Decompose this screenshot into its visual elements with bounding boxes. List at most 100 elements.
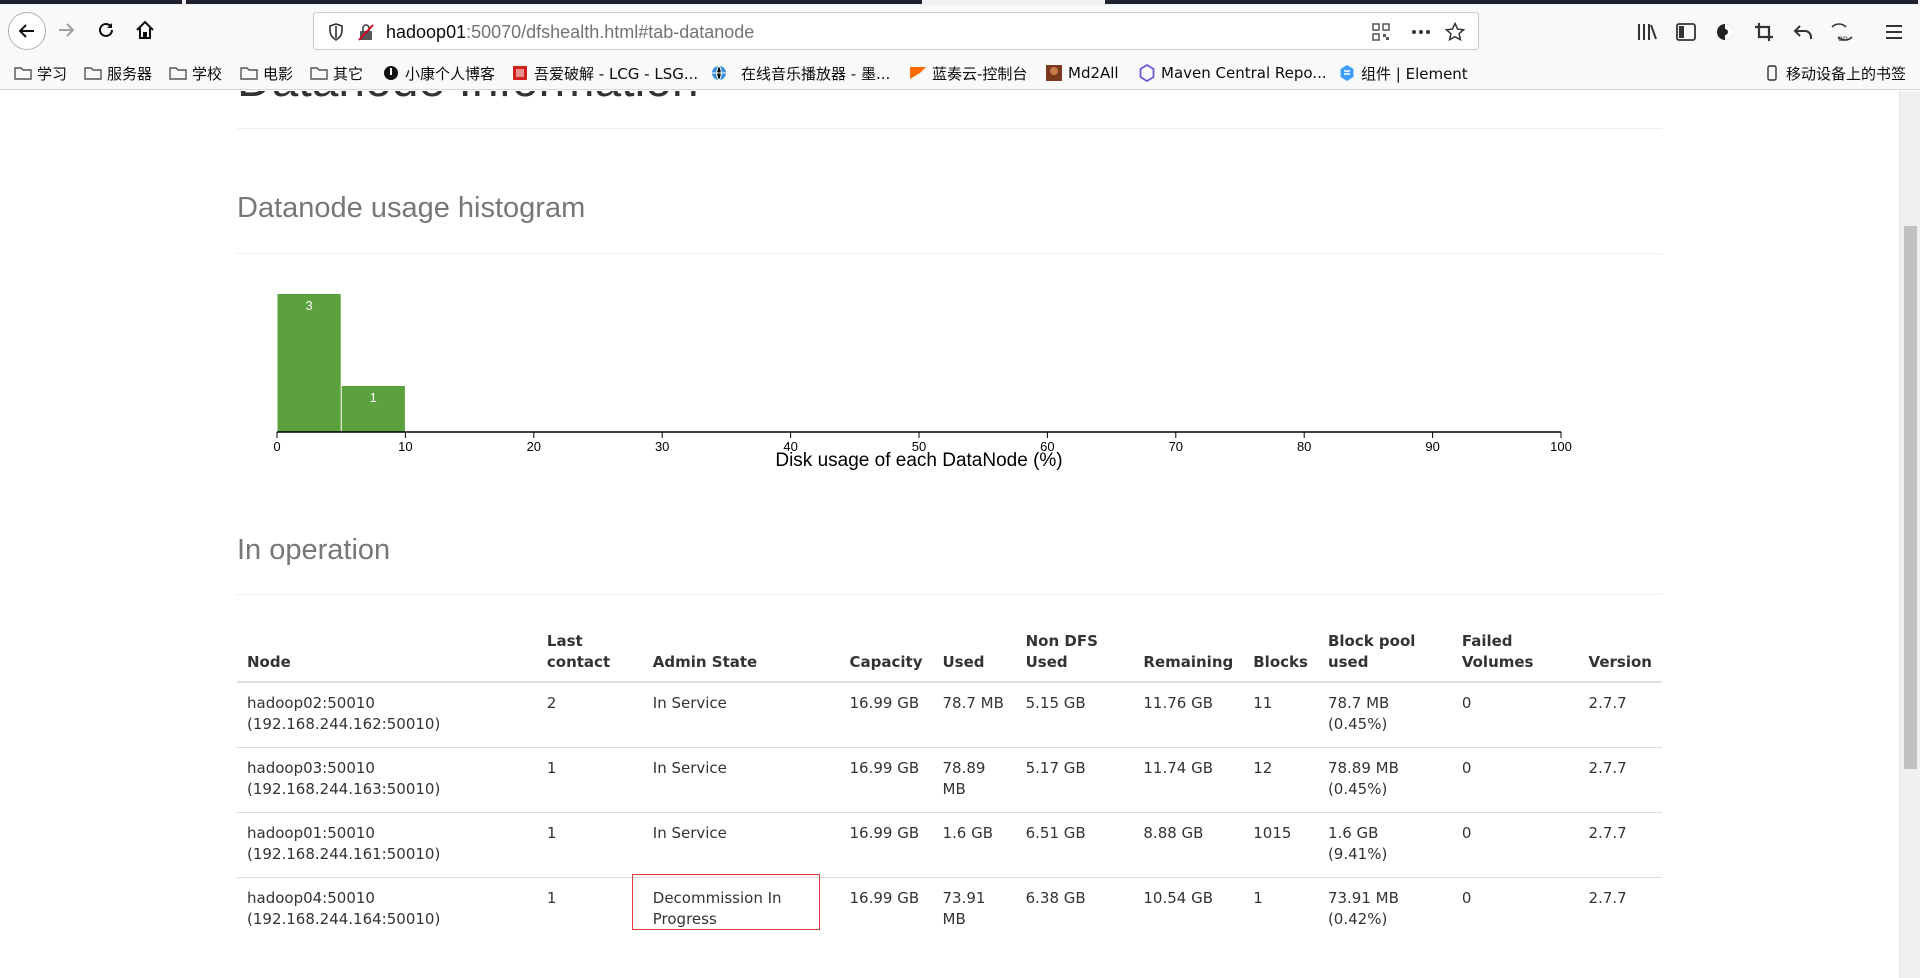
folder-icon [240,65,258,81]
cell-node: hadoop01:50010 (192.168.244.161:50010) [237,812,537,878]
page-actions-icon[interactable] [1411,22,1431,42]
globe-icon [710,65,728,81]
col-header-capacity[interactable]: Capacity [839,623,933,683]
cell-used: 1.6 GB [932,812,1016,878]
tab-strip [0,0,1920,5]
cell-blocks: 12 [1243,747,1318,813]
menu-icon[interactable] [1882,20,1906,44]
bookmark-folder[interactable]: 学习 [14,62,67,84]
bookmark-link[interactable]: Maven Central Repo... [1138,62,1327,84]
md2all-avatar-icon [1045,65,1063,81]
cell-remaining: 11.74 GB [1133,747,1244,813]
52pojie-site-icon [511,65,529,81]
table-row: hadoop02:50010 (192.168.244.162:50010) 2 I… [237,682,1662,748]
folder-icon [84,65,102,81]
col-header-admin-state[interactable]: Admin State [642,623,840,683]
cell-admin-state: In Service [642,747,840,813]
cell-last-contact: 1 [536,747,643,813]
cell-last-contact: 1 [536,877,643,942]
bookmark-link[interactable]: 在线音乐播放器 - 墨... [710,62,890,84]
col-header-non-dfs-used[interactable]: Non DFS Used [1015,623,1134,683]
highlight-box [632,874,820,930]
svg-text:en: en [1838,34,1848,43]
histogram-bar [277,294,341,432]
col-header-failed-volumes[interactable]: Failed Volumes [1451,623,1579,683]
shield-icon[interactable] [326,22,346,42]
bookmark-label: 吾爱破解 - LCG - LSG... [534,64,699,83]
bookmark-folder[interactable]: 学校 [169,62,222,84]
insecure-lock-icon[interactable] [356,22,376,42]
bookmark-star-icon[interactable] [1445,22,1465,42]
col-header-used[interactable]: Used [932,623,1016,683]
bookmark-link[interactable]: 小康个人博客 [382,62,495,84]
undo-icon[interactable] [1791,20,1815,44]
cell-non-dfs-used: 5.15 GB [1025,694,1086,712]
col-header-block-pool-used[interactable]: Block pool used [1317,623,1452,683]
bookmark-label: 其它 [333,64,364,83]
bookmark-label: 小康个人博客 [405,64,496,83]
cell-non-dfs-used: 6.51 GB [1015,812,1134,878]
bookmark-folder[interactable]: 服务器 [84,62,152,84]
col-header-version[interactable]: Version [1578,623,1662,683]
url-text[interactable]: hadoop01:50070/dfshealth.html#tab-datano… [386,22,754,43]
tab[interactable] [1105,0,1918,4]
dark-reader-icon[interactable] [1713,20,1737,44]
bookmark-folder[interactable]: 电影 [240,62,293,84]
qr-code-icon[interactable] [1371,22,1391,42]
folder-icon [169,65,187,81]
cell-failed-volumes: 0 [1451,877,1579,942]
tab[interactable] [0,0,182,4]
reload-button[interactable] [90,14,122,46]
cell-admin-state: In Service [652,694,727,712]
page-scrollbar[interactable] [1899,91,1920,978]
datanode-table: Node Last contact Admin State Capacity U… [237,623,1662,942]
url-bar[interactable]: hadoop01:50070/dfshealth.html#tab-datano… [313,12,1479,50]
home-button[interactable] [129,14,161,46]
bookmark-label: 在线音乐播放器 - 墨... [741,64,891,83]
x-axis-label: Disk usage of each DataNode (%) [775,450,1062,471]
bookmark-link[interactable]: 吾爱破解 - LCG - LSG... [511,62,698,84]
forward-button[interactable] [50,14,82,46]
x-tick-label: 70 [1169,439,1183,454]
col-header-last-contact[interactable]: Last contact [536,623,643,683]
x-tick-label: 30 [655,439,669,454]
back-arrow-icon [18,24,34,38]
back-button[interactable] [8,12,46,50]
usage-histogram: 3 1 0 10 20 30 40 50 60 70 80 90 100 Disk usage of ea… [237,273,1637,483]
cell-blocks: 1 [1243,877,1318,942]
col-header-remaining[interactable]: Remaining [1133,623,1244,683]
col-header-node[interactable]: Node [237,623,537,683]
bookmark-link[interactable]: 蓝奏云-控制台 [909,62,1027,84]
tab[interactable] [186,0,922,4]
bookmark-folder[interactable]: 其它 [310,62,363,84]
bookmark-label: Md2All [1068,64,1119,82]
scrollbar-thumb[interactable] [1904,226,1917,769]
x-tick-label: 10 [398,439,412,454]
cell-version: 2.7.7 [1578,877,1662,942]
bookmark-link[interactable]: 组件 | Element [1338,62,1468,84]
screenshot-crop-icon[interactable] [1752,20,1776,44]
mobile-bookmarks[interactable]: 移动设备上的书签 [1763,62,1906,84]
bookmark-label: 蓝奏云-控制台 [932,64,1028,83]
histogram-title: Datanode usage histogram [237,192,586,224]
divider [237,253,1662,254]
bar-count-label: 3 [305,298,312,313]
table-body: hadoop02:50010 (192.168.244.162:50010) 2 I… [237,682,1662,942]
folder-icon [310,65,328,81]
cell-remaining: 11.76 GB [1143,694,1214,712]
x-tick-label: 100 [1550,439,1572,454]
bookmark-link[interactable]: Md2All [1045,62,1119,84]
x-tick-label: 80 [1297,439,1311,454]
cell-capacity: 16.99 GB [839,747,933,813]
cell-blocks: 1015 [1243,812,1318,878]
cell-block-pool-used: 73.91 MB (0.42%) [1317,877,1452,942]
divider [237,128,1662,129]
bookmarks-bar: 学习 服务器 学校 电影 其它 小康个人博客 吾爱破解 - LCG - LSG.… [0,58,1920,88]
bookmark-label: 学习 [37,64,68,83]
col-header-blocks[interactable]: Blocks [1243,623,1318,683]
library-icon[interactable] [1635,20,1659,44]
sidebar-icon[interactable] [1674,20,1698,44]
cell-node: hadoop02:50010 (192.168.244.162:50010) [247,694,441,733]
cell-version: 2.7.7 [1578,747,1662,813]
translate-icon[interactable]: en [1830,20,1854,44]
